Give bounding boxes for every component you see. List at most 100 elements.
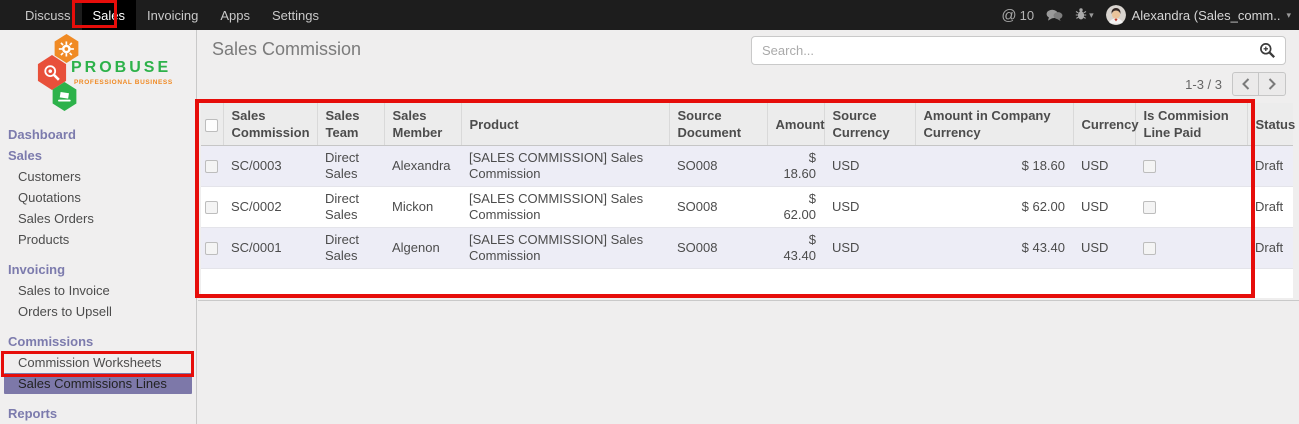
col-sales-member[interactable]: Sales Member (384, 103, 461, 146)
cell-sales-member: Alexandra (384, 146, 461, 187)
sidebar-item-sales-to-invoice[interactable]: Sales to Invoice (0, 280, 196, 301)
nav-section-sales: Sales Customers Quotations Sales Orders … (0, 145, 196, 250)
row-select-cell (201, 187, 223, 228)
col-currency[interactable]: Currency (1073, 103, 1135, 146)
pager-prev-button[interactable] (1232, 72, 1259, 96)
cell-status: Draft (1247, 228, 1293, 269)
select-all-cell (201, 103, 223, 146)
cell-sales-member: Algenon (384, 228, 461, 269)
col-amount[interactable]: Amount (767, 103, 824, 146)
cell-source-currency: USD (824, 146, 915, 187)
user-avatar (1106, 5, 1126, 25)
cell-sales-team: Direct Sales (317, 187, 384, 228)
sidebar-item-customers[interactable]: Customers (0, 166, 196, 187)
col-is-commision-line-paid[interactable]: Is Commision Line Paid (1135, 103, 1247, 146)
cell-amount: $ 62.00 (767, 187, 824, 228)
col-amount-company-currency[interactable]: Amount in Company Currency (915, 103, 1073, 146)
nav-section-invoicing: Invoicing Sales to Invoice Orders to Ups… (0, 259, 196, 322)
col-source-currency[interactable]: Source Currency (824, 103, 915, 146)
menu-discuss[interactable]: Discuss (14, 0, 82, 30)
cell-sales-team: Direct Sales (317, 146, 384, 187)
page-title: Sales Commission (212, 39, 361, 60)
sidebar: PROBUSE PROFESSIONAL BUSINESS Dashboard … (0, 30, 197, 424)
row-checkbox[interactable] (205, 242, 218, 255)
topbar: Discuss Sales Invoicing Apps Settings @ … (0, 0, 1299, 30)
topbar-menus: Discuss Sales Invoicing Apps Settings (0, 0, 330, 30)
menu-settings[interactable]: Settings (261, 0, 330, 30)
cell-source-currency: USD (824, 187, 915, 228)
sidebar-heading-dashboard[interactable]: Dashboard (0, 124, 196, 145)
search-icon[interactable] (1255, 42, 1285, 59)
select-all-checkbox[interactable] (205, 119, 218, 132)
user-name: Alexandra (Sales_comm.. (1132, 8, 1281, 23)
cell-source-currency: USD (824, 228, 915, 269)
col-status[interactable]: Status (1247, 103, 1293, 146)
cell-currency: USD (1073, 146, 1135, 187)
cell-sales-commission: SC/0002 (223, 187, 317, 228)
is-paid-checkbox[interactable] (1143, 242, 1156, 255)
row-checkbox[interactable] (205, 160, 218, 173)
table-row[interactable]: SC/0003 Direct Sales Alexandra [SALES CO… (201, 146, 1293, 187)
user-menu[interactable]: Alexandra (Sales_comm.. ▾ (1106, 5, 1291, 25)
cell-status: Draft (1247, 146, 1293, 187)
cell-product: [SALES COMMISSION] Sales Commission (461, 228, 669, 269)
cell-source-document: SO008 (669, 228, 767, 269)
cell-sales-member: Mickon (384, 187, 461, 228)
cell-status: Draft (1247, 187, 1293, 228)
cell-sales-commission: SC/0001 (223, 228, 317, 269)
cell-product: [SALES COMMISSION] Sales Commission (461, 187, 669, 228)
sidebar-item-sales-orders[interactable]: Sales Orders (0, 208, 196, 229)
cell-source-document: SO008 (669, 146, 767, 187)
sidebar-item-sales-commissions-lines[interactable]: Sales Commissions Lines (4, 373, 192, 394)
sidebar-item-quotations[interactable]: Quotations (0, 187, 196, 208)
col-sales-commission[interactable]: Sales Commission (223, 103, 317, 146)
mentions-counter[interactable]: @ 10 (1001, 7, 1034, 24)
menu-invoicing[interactable]: Invoicing (136, 0, 209, 30)
is-paid-checkbox[interactable] (1143, 201, 1156, 214)
sidebar-item-products[interactable]: Products (0, 229, 196, 250)
mention-count: 10 (1020, 8, 1034, 23)
cell-amount: $ 18.60 (767, 146, 824, 187)
caret-down-icon: ▾ (1089, 10, 1094, 21)
col-product[interactable]: Product (461, 103, 669, 146)
messages-icon[interactable] (1046, 9, 1063, 22)
sidebar-item-orders-to-upsell[interactable]: Orders to Upsell (0, 301, 196, 322)
main-content: Sales Commission 1-3 / 3 (198, 30, 1299, 424)
pager-range: 1-3 / 3 (1185, 77, 1222, 92)
cell-product: [SALES COMMISSION] Sales Commission (461, 146, 669, 187)
caret-down-icon: ▾ (1286, 10, 1291, 21)
logo-title: PROBUSE (71, 59, 171, 77)
search-input[interactable] (752, 43, 1255, 58)
cell-currency: USD (1073, 228, 1135, 269)
table-header-row: Sales Commission Sales Team Sales Member… (201, 103, 1293, 146)
probuse-logo: PROBUSE PROFESSIONAL BUSINESS (0, 30, 196, 118)
sidebar-heading-commissions[interactable]: Commissions (0, 331, 196, 352)
sidebar-heading-reports[interactable]: Reports (0, 403, 196, 424)
pager: 1-3 / 3 (1185, 72, 1286, 96)
nav-section-commissions: Commissions Commission Worksheets Sales … (0, 331, 196, 394)
cell-currency: USD (1073, 187, 1135, 228)
is-paid-checkbox[interactable] (1143, 160, 1156, 173)
row-checkbox[interactable] (205, 201, 218, 214)
cell-sales-commission: SC/0003 (223, 146, 317, 187)
debug-menu[interactable]: ▾ (1075, 7, 1094, 24)
sidebar-heading-sales[interactable]: Sales (0, 145, 196, 166)
sidebar-item-commission-worksheets[interactable]: Commission Worksheets (0, 352, 196, 373)
cell-amount: $ 43.40 (767, 228, 824, 269)
nav-section-reports: Reports Sales (0, 403, 196, 424)
pager-next-button[interactable] (1259, 72, 1286, 96)
menu-apps[interactable]: Apps (209, 0, 261, 30)
col-sales-team[interactable]: Sales Team (317, 103, 384, 146)
menu-sales[interactable]: Sales (82, 0, 137, 30)
sidebar-nav: Dashboard Sales Customers Quotations Sal… (0, 118, 196, 424)
pager-buttons (1232, 72, 1286, 96)
cell-amount-company-currency: $ 62.00 (915, 187, 1073, 228)
empty-row (201, 269, 1293, 298)
table-row[interactable]: SC/0001 Direct Sales Algenon [SALES COMM… (201, 228, 1293, 269)
sidebar-heading-invoicing[interactable]: Invoicing (0, 259, 196, 280)
col-source-document[interactable]: Source Document (669, 103, 767, 146)
at-icon: @ (1001, 7, 1016, 24)
search-box (751, 36, 1286, 65)
row-select-cell (201, 146, 223, 187)
table-row[interactable]: SC/0002 Direct Sales Mickon [SALES COMMI… (201, 187, 1293, 228)
